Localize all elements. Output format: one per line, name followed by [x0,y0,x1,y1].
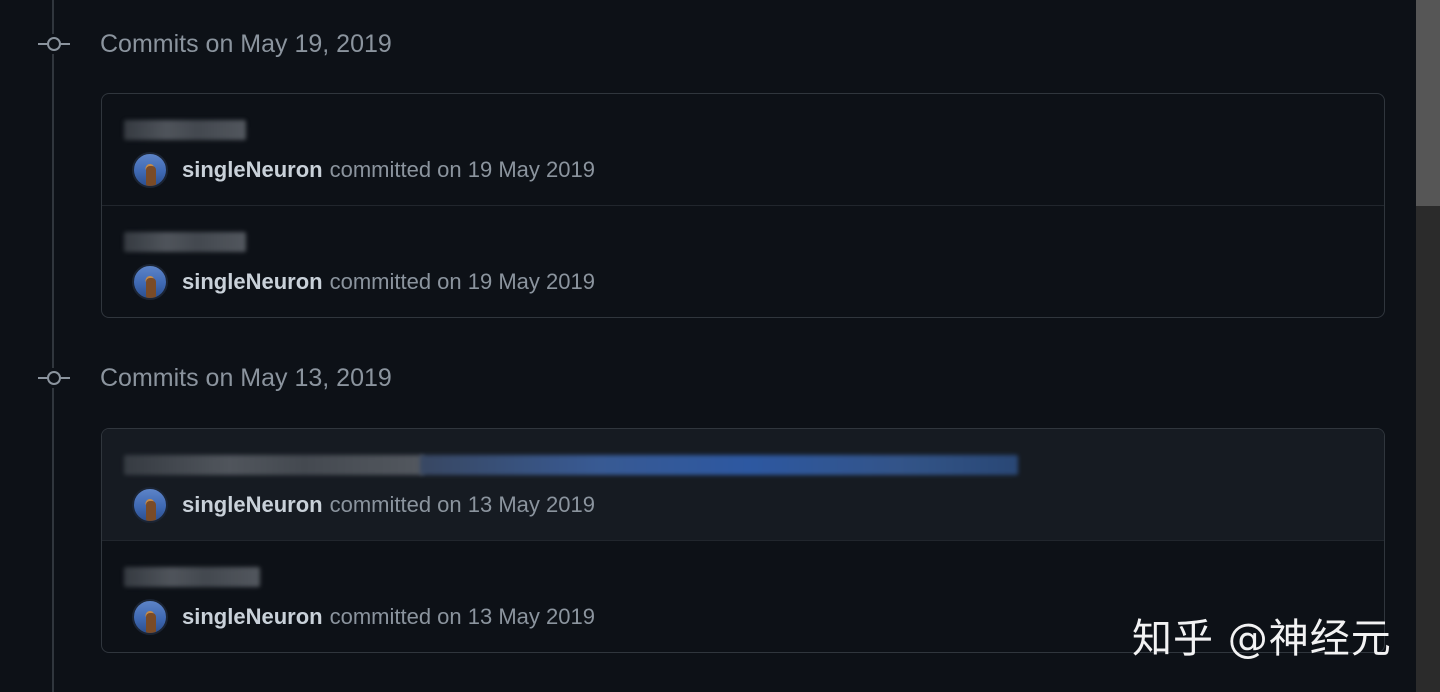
scrollbar-thumb[interactable] [1416,0,1440,206]
git-commit-icon [36,368,72,388]
commit-meta: singleNeuron committed on 19 May 2019 [132,264,595,300]
commit-group-title: Commits on May 19, 2019 [100,29,392,58]
commit-history-page: Commits on May 19, 2019 singleNeuron com… [0,0,1440,692]
commit-row: singleNeuron committed on 19 May 2019 [102,94,1384,205]
watermark: 知乎 @神经元 [1132,616,1392,662]
timeline-line [52,0,54,692]
commit-meta: singleNeuron committed on 13 May 2019 [132,599,595,635]
commit-author-link[interactable]: singleNeuron [182,492,323,518]
commit-meta: singleNeuron committed on 19 May 2019 [132,152,595,188]
commit-date: committed on 19 May 2019 [329,157,595,182]
commit-message-link[interactable] [420,455,1018,475]
commit-date: committed on 13 May 2019 [329,492,595,517]
commit-author-link[interactable]: singleNeuron [182,269,323,295]
git-commit-icon [36,34,72,54]
commit-message-link[interactable] [124,232,246,252]
commit-row: singleNeuron committed on 19 May 2019 [102,205,1384,317]
commit-group-title: Commits on May 13, 2019 [100,363,392,392]
commit-date: committed on 19 May 2019 [329,269,595,294]
commit-row: singleNeuron committed on 13 May 2019 [102,429,1384,540]
commit-message-link[interactable] [124,567,260,587]
commit-author-link[interactable]: singleNeuron [182,604,323,630]
commit-message-link[interactable] [124,120,246,140]
commit-date: committed on 13 May 2019 [329,604,595,629]
commit-message-link[interactable] [124,455,424,475]
avatar[interactable] [132,264,168,300]
commit-author-link[interactable]: singleNeuron [182,157,323,183]
commit-meta: singleNeuron committed on 13 May 2019 [132,487,595,523]
avatar[interactable] [132,599,168,635]
commit-list: singleNeuron committed on 19 May 2019 si… [101,93,1385,318]
avatar[interactable] [132,487,168,523]
avatar[interactable] [132,152,168,188]
commit-group-header: Commits on May 19, 2019 [36,24,392,64]
commit-group-header: Commits on May 13, 2019 [36,358,392,398]
